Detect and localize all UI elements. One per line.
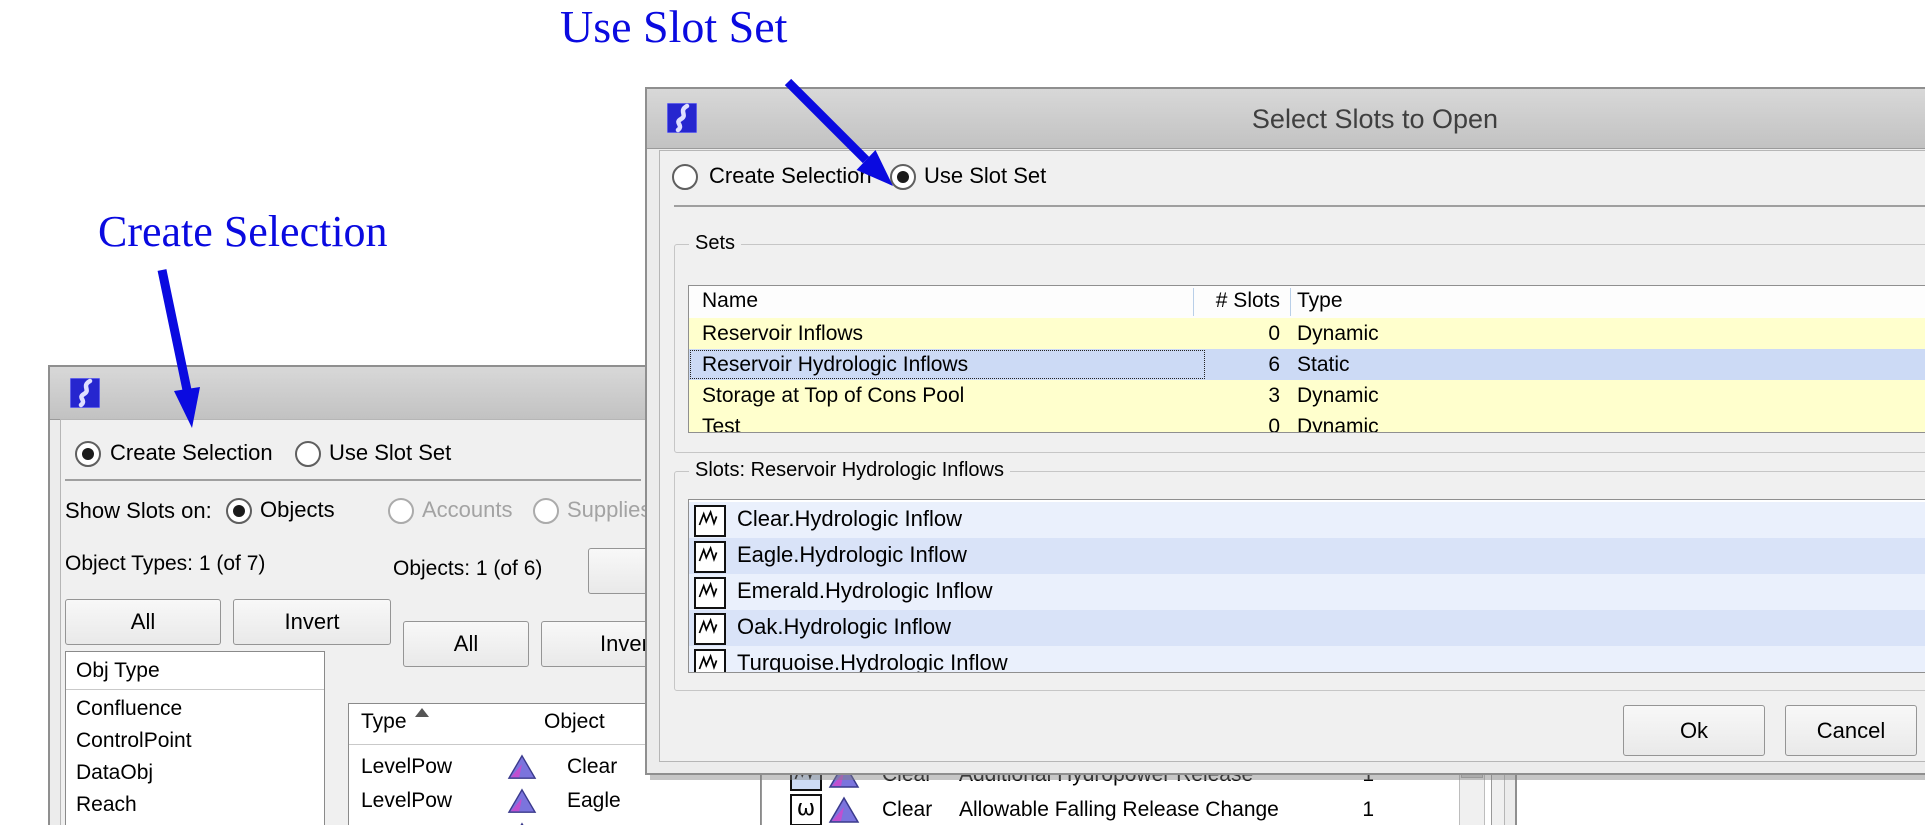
timeseries-wave-icon [694, 613, 726, 645]
sets-table[interactable]: Name # Slots Type Reservoir Inflows 0 Dy… [688, 285, 1925, 433]
set-name-cell: Reservoir Hydrologic Inflows [689, 349, 1206, 380]
front-dialog-content: Create Selection Use Slot Set Sets Name … [659, 150, 1925, 762]
list-item[interactable]: Reach [76, 792, 137, 818]
ok-button[interactable]: Ok [1623, 705, 1765, 756]
set-count-cell: 6 [1192, 349, 1280, 380]
cancel-button[interactable]: Cancel [1785, 705, 1917, 756]
objects-count-label: Objects: 1 (of 6) [393, 556, 542, 582]
obj-name-cell: Clear [567, 750, 617, 784]
omega-expression-icon: ω [790, 794, 822, 825]
slot-row[interactable]: ω Clear Allowable Falling Release Change… [762, 792, 1491, 825]
set-row[interactable]: Test 0 Dynamic [689, 411, 1925, 433]
list-item[interactable]: DataObj [76, 760, 153, 786]
use-slot-set-radio-label: Use Slot Set [924, 163, 1046, 189]
slot-item-label: Oak.Hydrologic Inflow [737, 610, 951, 644]
show-on-supplies-radio [533, 498, 559, 524]
reservoir-triangle-icon [507, 821, 537, 825]
separator [65, 479, 641, 481]
set-type-cell: Static [1297, 349, 1350, 380]
obj-name-cell: Eagle [567, 784, 621, 818]
object-types-list[interactable]: Obj Type Confluence ControlPoint DataObj… [65, 651, 325, 825]
sets-group-label: Sets [689, 232, 741, 255]
slots-column-header[interactable]: # Slots [1192, 286, 1280, 316]
slot-list-item[interactable]: Oak.Hydrologic Inflow [689, 610, 1925, 646]
obj-name-cell: Emerald [567, 818, 645, 825]
name-column-header[interactable]: Name [702, 286, 758, 316]
set-row-selected[interactable]: Reservoir Hydrologic Inflows 6 Static [689, 349, 1925, 380]
reservoir-triangle-icon [507, 753, 537, 781]
type-column-header[interactable]: Type [1297, 286, 1343, 316]
set-name-cell: Test [702, 411, 741, 433]
slot-count-cell: 1 [1322, 792, 1374, 825]
header-underline [66, 689, 324, 690]
use-slot-set-annotation: Use Slot Set [560, 0, 787, 53]
timeseries-wave-icon [694, 649, 726, 673]
show-on-objects-label: Objects [260, 497, 335, 523]
sets-table-header[interactable]: Name # Slots Type [689, 286, 1925, 320]
set-count-cell: 3 [1192, 380, 1280, 411]
use-slot-set-radio[interactable] [295, 441, 321, 467]
set-count-cell: 0 [1192, 318, 1280, 349]
slot-list-item[interactable]: Clear.Hydrologic Inflow [689, 502, 1925, 538]
object-types-invert-button[interactable]: Invert [233, 599, 391, 645]
list-item[interactable]: Confluence [76, 696, 182, 722]
table-row[interactable]: LevelPow Eagle [349, 784, 760, 818]
show-slots-on-label: Show Slots on: [65, 498, 212, 524]
obj-type-header: Obj Type [76, 658, 160, 684]
type-column-header[interactable]: Type [361, 709, 407, 735]
slots-groupbox: Slots: Reservoir Hydrologic Inflows Clea… [674, 471, 1925, 691]
create-selection-annotation: Create Selection [98, 206, 388, 257]
riverware-logo-icon [70, 378, 100, 408]
objects-all-button[interactable]: All [403, 621, 529, 667]
separator [674, 205, 1925, 207]
obj-type-cell: LevelPow [361, 750, 452, 784]
set-name-cell: Reservoir Inflows [702, 318, 863, 349]
set-type-cell: Dynamic [1297, 411, 1379, 433]
obj-type-cell: LevelPow [361, 784, 452, 818]
timeseries-wave-icon [694, 541, 726, 573]
sets-groupbox: Sets Name # Slots Type Reservoir Inflows… [674, 244, 1925, 453]
screen: Create Selection Use Slot Set Show Slots… [0, 0, 1925, 825]
slots-group-label: Slots: Reservoir Hydrologic Inflows [689, 459, 1010, 482]
create-selection-arrow [140, 260, 220, 440]
set-count-cell: 0 [1192, 411, 1280, 433]
slot-object-cell: Clear [882, 792, 932, 825]
object-types-count-label: Object Types: 1 (of 7) [65, 551, 265, 577]
object-types-all-button[interactable]: All [65, 599, 221, 645]
reservoir-triangle-icon [507, 787, 537, 815]
object-column-header[interactable]: Object [544, 709, 605, 735]
create-selection-radio[interactable] [672, 164, 698, 190]
create-selection-radio-label: Create Selection [110, 440, 273, 466]
slot-item-label: Eagle.Hydrologic Inflow [737, 538, 967, 572]
table-row[interactable]: LevelPow Emerald [349, 818, 760, 825]
reservoir-triangle-icon [828, 795, 860, 825]
use-slot-set-arrow [770, 70, 910, 200]
create-selection-radio[interactable] [75, 441, 101, 467]
set-type-cell: Dynamic [1297, 380, 1379, 411]
slot-item-label: Turquoise.Hydrologic Inflow [737, 646, 1008, 673]
set-row[interactable]: Storage at Top of Cons Pool 3 Dynamic [689, 380, 1925, 411]
use-slot-set-radio-label: Use Slot Set [329, 440, 451, 466]
slots-list[interactable]: Clear.Hydrologic Inflow Eagle.Hydrologic… [688, 499, 1925, 673]
show-on-accounts-label: Accounts [422, 497, 513, 523]
show-on-objects-radio[interactable] [226, 498, 252, 524]
slot-item-label: Emerald.Hydrologic Inflow [737, 574, 993, 608]
slot-list-item[interactable]: Eagle.Hydrologic Inflow [689, 538, 1925, 574]
column-divider[interactable] [1290, 288, 1291, 316]
slot-item-label: Clear.Hydrologic Inflow [737, 502, 962, 536]
set-type-cell: Dynamic [1297, 318, 1379, 349]
slot-list-item[interactable]: Turquoise.Hydrologic Inflow [689, 646, 1925, 673]
timeseries-wave-icon [694, 505, 726, 537]
sort-ascending-icon [415, 708, 429, 717]
slot-name-cell: Allowable Falling Release Change [959, 792, 1279, 825]
show-on-supplies-label: Supplies [567, 497, 651, 523]
slot-list-item[interactable]: Emerald.Hydrologic Inflow [689, 574, 1925, 610]
set-row[interactable]: Reservoir Inflows 0 Dynamic [689, 318, 1925, 349]
obj-type-cell: LevelPow [361, 818, 452, 825]
show-on-accounts-radio [388, 498, 414, 524]
timeseries-wave-icon [694, 577, 726, 609]
list-item[interactable]: ControlPoint [76, 728, 192, 754]
set-name-cell: Storage at Top of Cons Pool [702, 380, 964, 411]
